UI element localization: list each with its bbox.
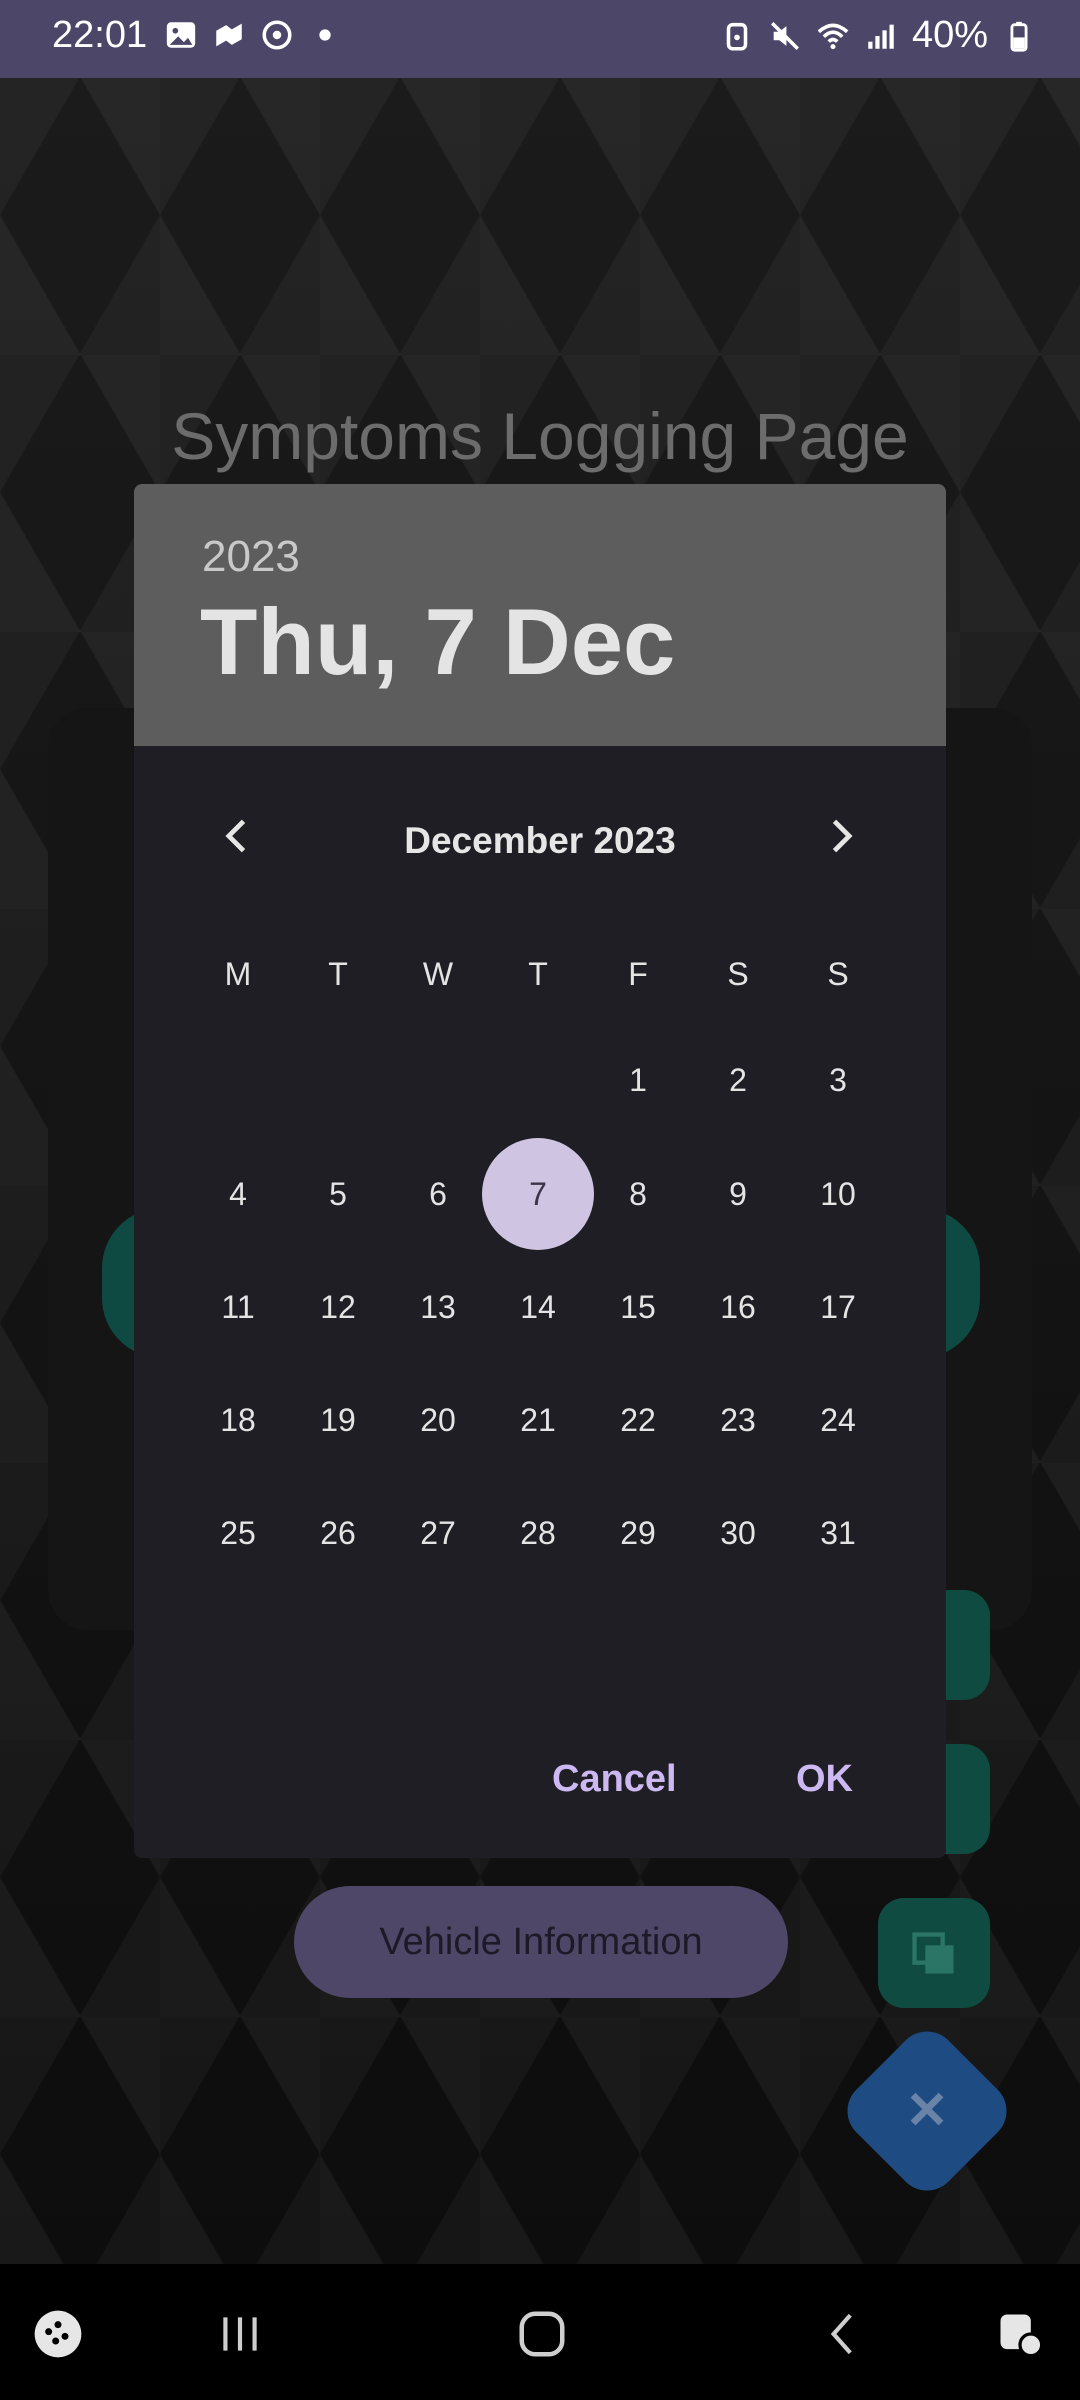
weekday-label: T [528, 956, 548, 992]
day-cell[interactable]: 25 [188, 1515, 288, 1552]
day-cell[interactable]: 20 [388, 1402, 488, 1439]
day-cell[interactable]: 29 [588, 1515, 688, 1552]
date-picker-header: 2023 Thu, 7 Dec [134, 484, 946, 746]
day-cell[interactable]: 16 [688, 1289, 788, 1326]
day-cell[interactable]: 11 [188, 1289, 288, 1326]
battery-icon [1010, 21, 1028, 52]
recents-icon [223, 2317, 257, 2351]
day-cell[interactable]: 26 [288, 1515, 388, 1552]
cancel-button[interactable]: Cancel [552, 1758, 677, 1801]
assistant-icon [1000, 2314, 1044, 2358]
day-cell[interactable]: 6 [388, 1176, 488, 1213]
day-cell[interactable]: 15 [588, 1289, 688, 1326]
day-cell[interactable]: 24 [788, 1402, 888, 1439]
day-cell[interactable]: 19 [288, 1402, 388, 1439]
next-month-button[interactable] [810, 806, 870, 866]
weekday-label: M [224, 956, 252, 992]
dot-icon [319, 29, 331, 41]
weekday-label: F [628, 956, 648, 992]
wifi-icon [817, 23, 849, 49]
game-launcher-button[interactable] [28, 2304, 88, 2364]
page-title: Symptoms Logging Page [171, 399, 909, 473]
copy-icon [912, 1932, 954, 1974]
alarm-icon [726, 22, 748, 51]
day-cell[interactable]: 21 [488, 1402, 588, 1439]
day-cell[interactable]: 18 [188, 1402, 288, 1439]
day-cell[interactable]: 31 [788, 1515, 888, 1552]
day-cell[interactable]: 22 [588, 1402, 688, 1439]
map-icon [216, 23, 242, 47]
sync-icon [262, 20, 292, 50]
day-cell[interactable]: 17 [788, 1289, 888, 1326]
vehicle-information-button[interactable]: Vehicle Information [294, 1886, 788, 1998]
day-cell[interactable]: 28 [488, 1515, 588, 1552]
day-cell-selected[interactable]: 7 [488, 1176, 588, 1213]
image-icon [166, 22, 196, 48]
status-time: 22:01 [52, 14, 148, 56]
weekday-label: W [422, 956, 454, 992]
chevron-right-icon [832, 819, 853, 853]
day-cell[interactable]: 27 [388, 1515, 488, 1552]
day-cell[interactable]: 30 [688, 1515, 788, 1552]
weekday-label: S [827, 956, 849, 992]
ok-button[interactable]: OK [796, 1758, 853, 1801]
game-launcher-icon [34, 2310, 82, 2358]
day-cell[interactable]: 23 [688, 1402, 788, 1439]
close-icon: ✕ [905, 2082, 949, 2140]
home-icon [519, 2311, 565, 2357]
back-button[interactable] [814, 2304, 874, 2364]
navigation-bar [0, 2264, 1080, 2400]
status-bar: 22:01 40% [0, 0, 1080, 78]
weekday-label: S [727, 956, 749, 992]
selected-date: Thu, 7 Dec [200, 589, 676, 694]
day-cell[interactable]: 8 [588, 1176, 688, 1213]
assistant-button[interactable] [990, 2304, 1050, 2364]
selected-year[interactable]: 2023 [202, 532, 300, 582]
day-cell[interactable]: 13 [388, 1289, 488, 1326]
battery-percent: 40% [911, 14, 988, 56]
weekday-label: T [328, 956, 348, 992]
day-cell[interactable]: 10 [788, 1176, 888, 1213]
recents-button[interactable] [210, 2304, 270, 2364]
day-cell[interactable]: 3 [788, 1062, 888, 1099]
day-cell[interactable]: 12 [288, 1289, 388, 1326]
day-cell[interactable]: 9 [688, 1176, 788, 1213]
day-cell[interactable]: 4 [188, 1176, 288, 1213]
day-cell[interactable]: 1 [588, 1062, 688, 1099]
day-cell[interactable]: 2 [688, 1062, 788, 1099]
fab-copy-button[interactable] [878, 1898, 990, 2008]
home-button[interactable] [512, 2304, 572, 2364]
signal-icon [868, 24, 894, 49]
mute-icon [770, 21, 799, 50]
day-cell[interactable]: 14 [488, 1289, 588, 1326]
day-cell[interactable]: 5 [288, 1176, 388, 1213]
date-picker-dialog: 2023 Thu, 7 Dec December 2023 MTWTFSS 12… [134, 484, 946, 1858]
back-icon [830, 2313, 852, 2355]
